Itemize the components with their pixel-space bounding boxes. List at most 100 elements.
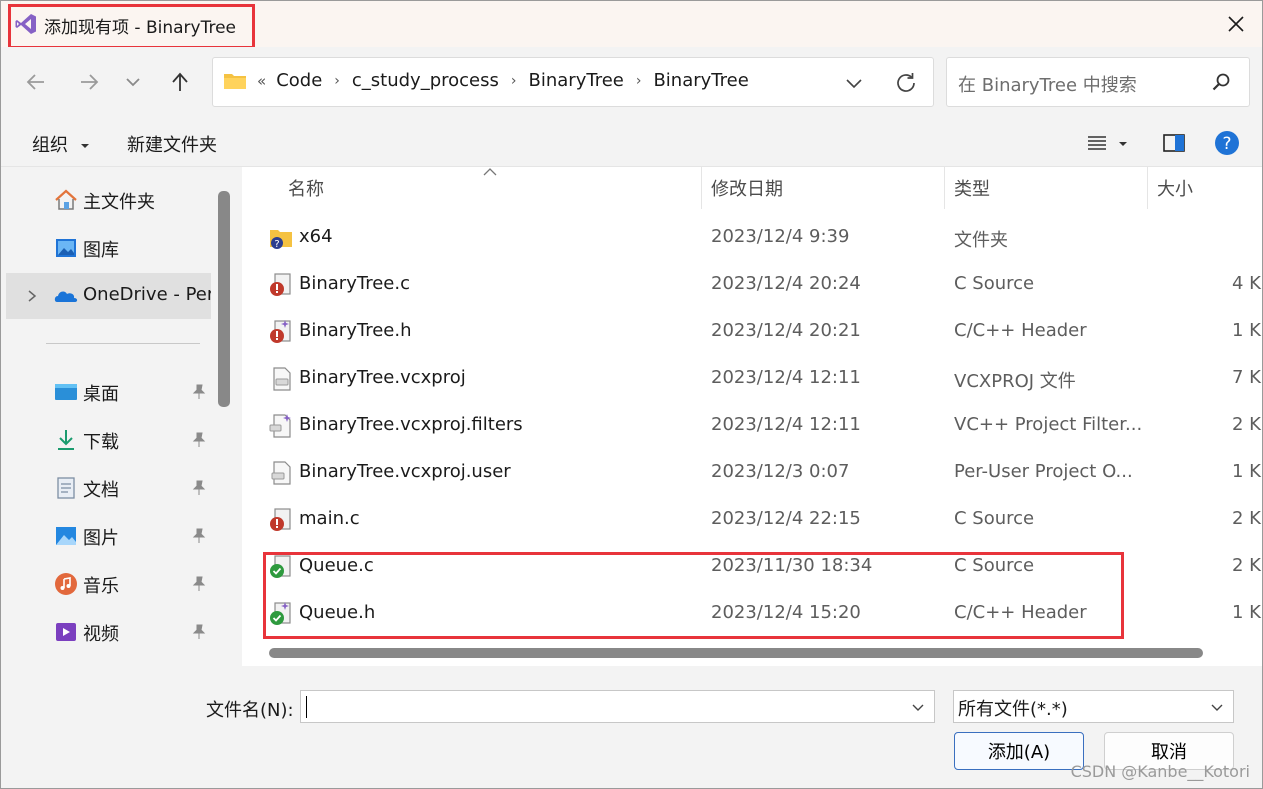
organize-label: 组织 <box>32 135 68 156</box>
column-divider[interactable] <box>1147 167 1148 209</box>
organize-button[interactable]: 组织 <box>32 131 90 157</box>
file-row[interactable]: BinaryTree.vcxproj 2023/12/4 12:11 VCXPR… <box>242 355 1262 402</box>
file-dialog-window: 添加现有项 - BinaryTree « Code › c_study_proc… <box>0 0 1263 789</box>
sidebar-item-gallery[interactable]: 图库 <box>6 225 211 271</box>
sidebar-item-label: 图库 <box>83 240 119 261</box>
breadcrumb-separator-icon[interactable]: › <box>511 73 517 89</box>
column-header-size[interactable]: 大小 <box>1157 175 1193 201</box>
file-name: BinaryTree.vcxproj.filters <box>299 414 523 435</box>
preview-pane-icon[interactable] <box>1161 130 1187 156</box>
pin-icon[interactable] <box>191 383 207 401</box>
search-icon[interactable] <box>1211 72 1231 92</box>
document-icon <box>57 477 75 499</box>
file-size: 4 K <box>1232 273 1261 294</box>
close-button[interactable] <box>1222 10 1250 38</box>
file-row[interactable]: BinaryTree.c 2023/12/4 20:24 C Source 4 … <box>242 261 1262 308</box>
sidebar-item-pictures[interactable]: 图片 <box>6 513 211 559</box>
sidebar-item-documents[interactable]: 文档 <box>6 465 211 511</box>
file-row[interactable]: main.c 2023/12/4 22:15 C Source 2 K <box>242 496 1262 543</box>
caret-down-icon[interactable] <box>1115 130 1131 156</box>
video-icon <box>56 623 76 641</box>
horizontal-scrollbar[interactable] <box>269 648 1203 658</box>
sidebar-item-desktop[interactable]: 桌面 <box>6 369 211 415</box>
file-size: 2 K <box>1232 508 1261 529</box>
arrow-up-icon <box>172 72 188 91</box>
caret-down-icon <box>80 144 89 148</box>
pin-icon[interactable] <box>191 479 207 497</box>
forward-button[interactable] <box>74 67 104 97</box>
sidebar-item-label: 图片 <box>83 528 119 549</box>
up-button[interactable] <box>165 67 195 97</box>
search-box[interactable]: 在 BinaryTree 中搜索 <box>946 57 1250 107</box>
arrow-right-icon <box>81 74 99 90</box>
vcxproj-icon <box>273 367 291 391</box>
chevron-down-icon[interactable] <box>1209 699 1225 715</box>
sidebar-item-label: 文档 <box>83 480 119 501</box>
sidebar-item-label: 主文件夹 <box>83 192 155 213</box>
add-button[interactable]: 添加(A) <box>954 732 1084 770</box>
column-header-date[interactable]: 修改日期 <box>711 175 783 201</box>
breadcrumb-item-code[interactable]: Code <box>276 70 322 91</box>
close-icon <box>1228 16 1244 32</box>
column-header-name[interactable]: 名称 <box>288 175 324 201</box>
navigation-pane: 主文件夹 图库 OneDrive - Per 桌面 下载 文档 图片 音乐 视频 <box>1 167 216 666</box>
file-name: BinaryTree.vcxproj <box>299 367 466 388</box>
sidebar-item-label: 音乐 <box>83 576 119 597</box>
c-source-icon <box>270 273 291 296</box>
sidebar-item-videos[interactable]: 视频 <box>6 609 211 655</box>
help-icon[interactable]: ? <box>1214 130 1240 156</box>
sidebar-item-onedrive[interactable]: OneDrive - Per <box>6 273 211 319</box>
sidebar-item-label: 桌面 <box>83 384 119 405</box>
file-row[interactable]: BinaryTree.h 2023/12/4 20:21 C/C++ Heade… <box>242 308 1262 355</box>
chevron-down-icon[interactable] <box>910 699 926 715</box>
back-button[interactable] <box>21 67 51 97</box>
file-type-filter[interactable]: 所有文件(*.*) <box>953 690 1234 723</box>
pin-icon[interactable] <box>191 527 207 545</box>
sidebar-item-music[interactable]: 音乐 <box>6 561 211 607</box>
pin-icon[interactable] <box>191 623 207 641</box>
pin-icon[interactable] <box>191 431 207 449</box>
dialog-footer: 文件名(N): 所有文件(*.*) 添加(A) 取消 CSDN @Kanbe__… <box>1 666 1262 788</box>
pin-icon[interactable] <box>191 575 207 593</box>
c-source-icon <box>270 508 291 531</box>
column-divider[interactable] <box>701 167 702 209</box>
column-divider[interactable] <box>944 167 945 209</box>
file-date: 2023/12/4 12:11 <box>711 367 861 388</box>
music-icon <box>55 573 77 595</box>
filename-combobox[interactable] <box>300 690 935 723</box>
breadcrumb-overflow[interactable]: « <box>257 72 266 90</box>
breadcrumb-item-c-study-process[interactable]: c_study_process <box>352 70 499 91</box>
address-bar[interactable]: « Code › c_study_process › BinaryTree › … <box>212 57 934 107</box>
file-size: 1 K <box>1232 320 1261 341</box>
filename-label: 文件名(N): <box>206 700 294 721</box>
file-date: 2023/12/3 0:07 <box>711 461 850 482</box>
breadcrumb-separator-icon[interactable]: › <box>334 73 340 89</box>
folder-question-icon: ? <box>270 230 292 250</box>
breadcrumb-item-binarytree[interactable]: BinaryTree <box>653 70 748 91</box>
svg-text:?: ? <box>274 239 279 250</box>
breadcrumb-separator-icon[interactable]: › <box>636 73 642 89</box>
new-folder-button[interactable]: 新建文件夹 <box>127 131 217 157</box>
sidebar-scrollbar[interactable] <box>218 191 230 407</box>
annotation-highlight-title <box>8 4 255 49</box>
chevron-down-icon[interactable] <box>843 72 865 94</box>
recent-locations-button[interactable] <box>118 67 148 97</box>
sidebar-item-downloads[interactable]: 下载 <box>6 417 211 463</box>
file-name: x64 <box>299 226 333 247</box>
file-row[interactable]: BinaryTree.vcxproj.user 2023/12/3 0:07 P… <box>242 449 1262 496</box>
svg-text:?: ? <box>1222 134 1231 154</box>
filename-input[interactable] <box>304 694 899 719</box>
file-row[interactable]: ? x64 2023/12/4 9:39 文件夹 <box>242 214 1262 261</box>
file-row[interactable]: BinaryTree.vcxproj.filters 2023/12/4 12:… <box>242 402 1262 449</box>
c-header-icon <box>270 320 291 343</box>
chevron-right-icon[interactable] <box>24 287 40 305</box>
file-type: C/C++ Header <box>954 320 1087 341</box>
column-header-type[interactable]: 类型 <box>954 175 990 201</box>
file-date: 2023/12/4 20:21 <box>711 320 861 341</box>
view-options-icon[interactable] <box>1084 130 1110 156</box>
home-icon <box>55 189 77 210</box>
refresh-icon[interactable] <box>893 70 919 96</box>
breadcrumb-item-binarytree-parent[interactable]: BinaryTree <box>529 70 624 91</box>
sidebar-item-home[interactable]: 主文件夹 <box>6 177 211 223</box>
vcxproj-user-icon <box>271 461 291 485</box>
